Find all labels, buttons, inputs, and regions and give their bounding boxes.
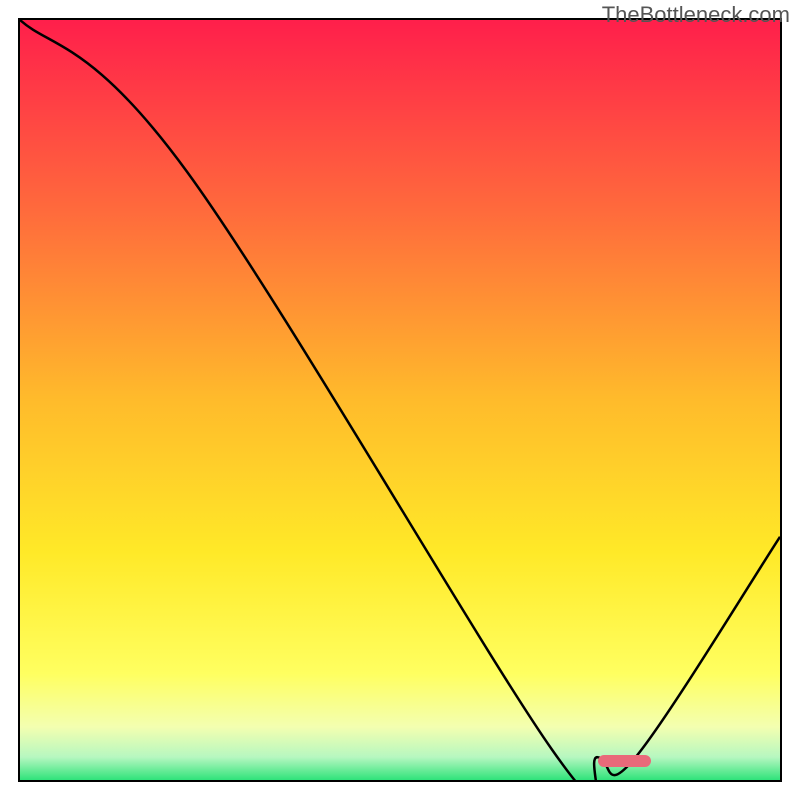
watermark-text: TheBottleneck.com: [602, 2, 790, 28]
optimal-marker: [598, 755, 651, 767]
plot-area: [18, 18, 782, 782]
bottleneck-curve: [20, 20, 780, 780]
